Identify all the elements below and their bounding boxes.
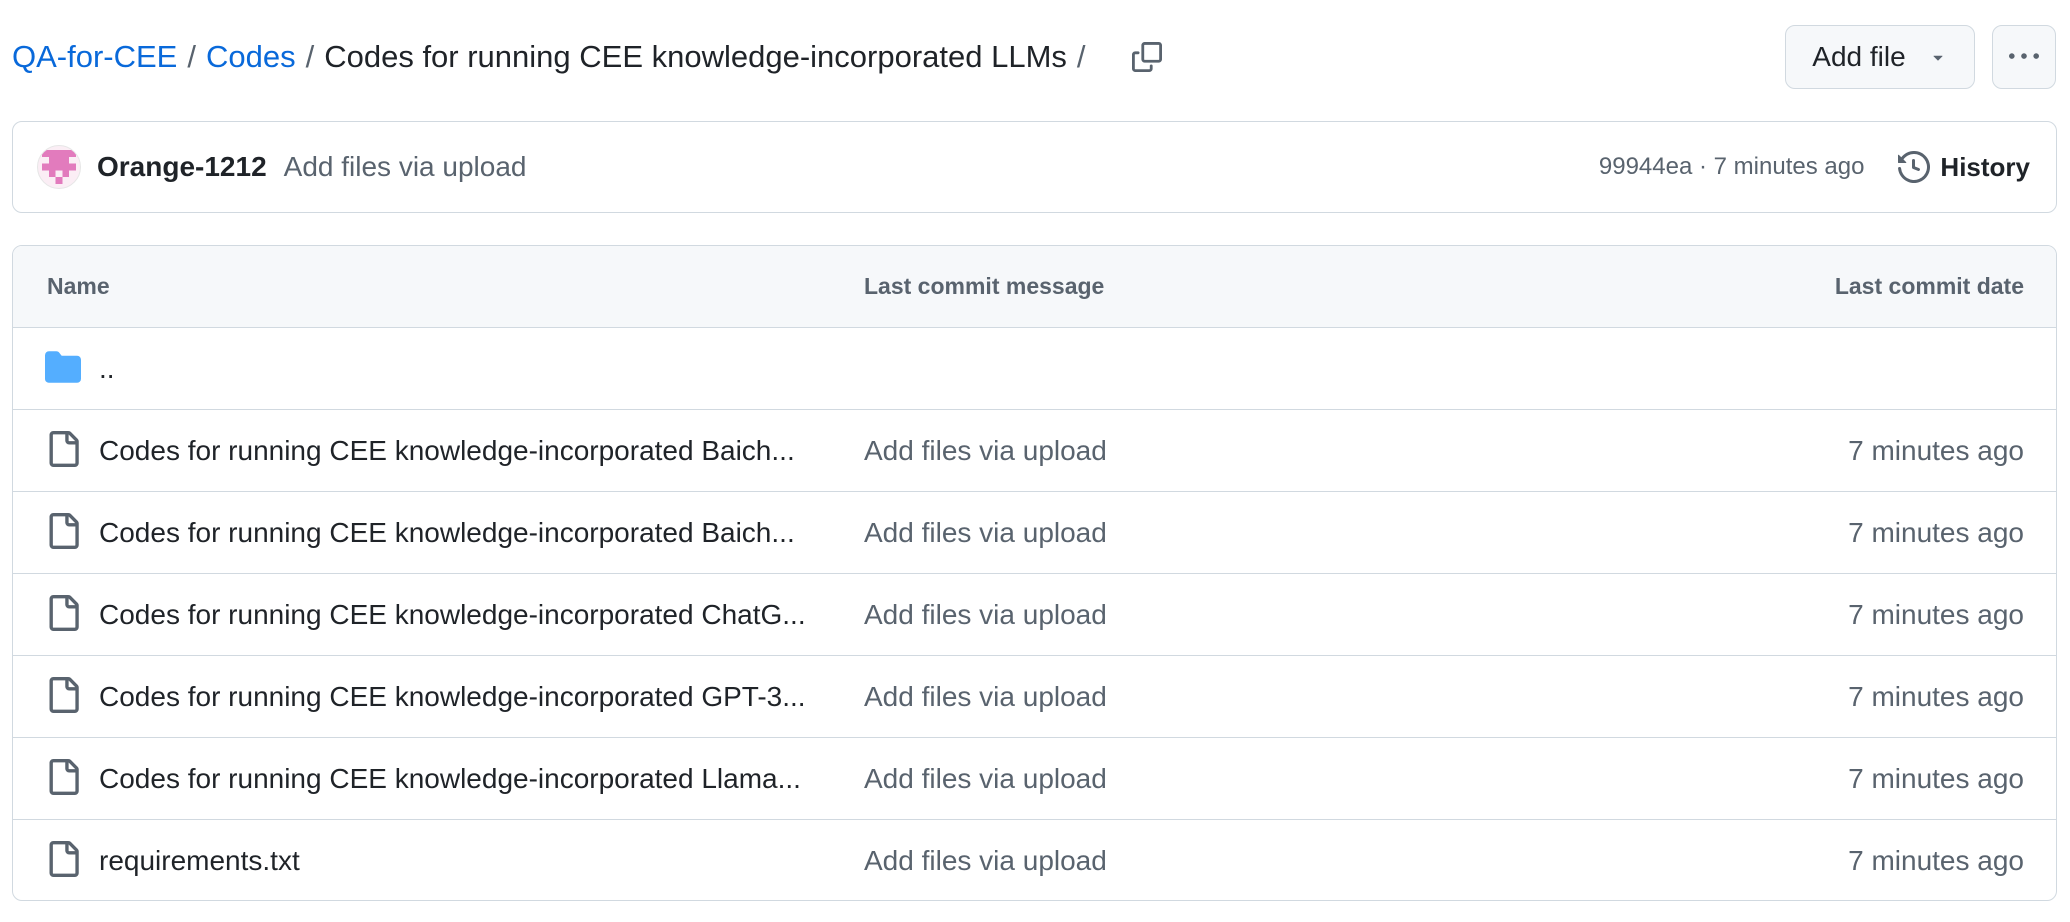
add-file-label: Add file xyxy=(1812,41,1906,72)
history-icon xyxy=(1898,151,1931,183)
breadcrumb-separator: / xyxy=(187,39,196,74)
commit-details: 99944ea · 7 minutes ago History xyxy=(1599,151,2030,183)
file-commit-message-link[interactable]: Add files via upload xyxy=(864,845,1107,877)
file-icon xyxy=(49,841,79,877)
table-row[interactable]: Codes for running CEE knowledge-incorpor… xyxy=(13,410,2056,492)
file-commit-date: 7 minutes ago xyxy=(1848,516,2024,548)
file-commit-message-link[interactable]: Add files via upload xyxy=(864,763,1107,795)
file-browser-page: QA-for-CEE / Codes / Codes for running C… xyxy=(0,0,2070,922)
breadcrumb-current: Codes for running CEE knowledge-incorpor… xyxy=(324,39,1067,74)
commit-sha-link[interactable]: 99944ea xyxy=(1599,153,1692,180)
latest-commit-bar: Orange-1212 Add files via upload 99944ea… xyxy=(12,121,2057,213)
file-commit-date: 7 minutes ago xyxy=(1848,680,2024,712)
avatar[interactable] xyxy=(37,145,81,189)
identicon-icon xyxy=(42,150,76,184)
column-header-name: Name xyxy=(47,273,110,299)
parent-directory-link[interactable]: .. xyxy=(99,353,814,385)
file-commit-date: 7 minutes ago xyxy=(1848,762,2024,794)
file-name-link[interactable]: Codes for running CEE knowledge-incorpor… xyxy=(99,435,814,467)
breadcrumb-separator: / xyxy=(305,39,315,74)
file-icon xyxy=(49,677,79,713)
file-name-link[interactable]: requirements.txt xyxy=(99,845,814,877)
more-options-button[interactable] xyxy=(1992,25,2056,89)
commit-meta: 99944ea · 7 minutes ago xyxy=(1599,153,1865,181)
kebab-horizontal-icon xyxy=(2009,53,2039,59)
file-name-link[interactable]: Codes for running CEE knowledge-incorpor… xyxy=(99,681,814,713)
file-name-link[interactable]: Codes for running CEE knowledge-incorpor… xyxy=(99,599,814,631)
table-row[interactable]: requirements.txt Add files via upload 7 … xyxy=(13,820,2056,900)
breadcrumb-repo-link[interactable]: QA-for-CEE xyxy=(12,39,177,75)
file-table: Name Last commit message Last commit dat… xyxy=(12,245,2057,901)
history-label: History xyxy=(1940,151,2030,182)
file-icon xyxy=(49,513,79,549)
copy-icon xyxy=(1131,42,1162,72)
column-header-date: Last commit date xyxy=(1834,273,2024,299)
commit-time: 7 minutes ago xyxy=(1713,153,1865,180)
triangle-down-icon xyxy=(1933,55,1943,61)
table-header: Name Last commit message Last commit dat… xyxy=(13,246,2056,328)
table-row[interactable]: Codes for running CEE knowledge-incorpor… xyxy=(13,656,2056,738)
breadcrumb-separator: / xyxy=(1076,39,1086,74)
header-actions: Add file xyxy=(1785,25,2056,89)
commit-message-link[interactable]: Add files via upload xyxy=(284,151,527,183)
column-header-message: Last commit message xyxy=(864,273,1105,299)
file-commit-date: 7 minutes ago xyxy=(1848,598,2024,630)
file-icon xyxy=(49,759,79,795)
file-commit-message-link[interactable]: Add files via upload xyxy=(864,435,1107,467)
file-name-link[interactable]: Codes for running CEE knowledge-incorpor… xyxy=(99,763,814,795)
file-commit-message-link[interactable]: Add files via upload xyxy=(864,517,1107,549)
meta-separator: · xyxy=(1698,153,1707,180)
file-icon xyxy=(49,595,79,631)
file-commit-message-link[interactable]: Add files via upload xyxy=(864,681,1107,713)
table-row[interactable]: Codes for running CEE knowledge-incorpor… xyxy=(13,738,2056,820)
commit-author-link[interactable]: Orange-1212 xyxy=(97,151,267,183)
file-icon xyxy=(49,431,79,467)
parent-directory-row[interactable]: .. xyxy=(13,328,2056,410)
copy-path-button[interactable] xyxy=(1122,32,1172,82)
folder-icon xyxy=(45,351,81,383)
file-commit-date: 7 minutes ago xyxy=(1848,434,2024,466)
add-file-button[interactable]: Add file xyxy=(1785,25,1975,89)
breadcrumb-folder-link[interactable]: Codes xyxy=(206,39,296,75)
history-button[interactable]: History xyxy=(1898,151,2030,183)
file-commit-date: 7 minutes ago xyxy=(1848,845,2024,876)
table-row[interactable]: Codes for running CEE knowledge-incorpor… xyxy=(13,492,2056,574)
table-row[interactable]: Codes for running CEE knowledge-incorpor… xyxy=(13,574,2056,656)
path-header: QA-for-CEE / Codes / Codes for running C… xyxy=(12,24,2056,90)
breadcrumb: QA-for-CEE / Codes / Codes for running C… xyxy=(12,39,1096,75)
file-commit-message-link[interactable]: Add files via upload xyxy=(864,599,1107,631)
file-name-link[interactable]: Codes for running CEE knowledge-incorpor… xyxy=(99,517,814,549)
